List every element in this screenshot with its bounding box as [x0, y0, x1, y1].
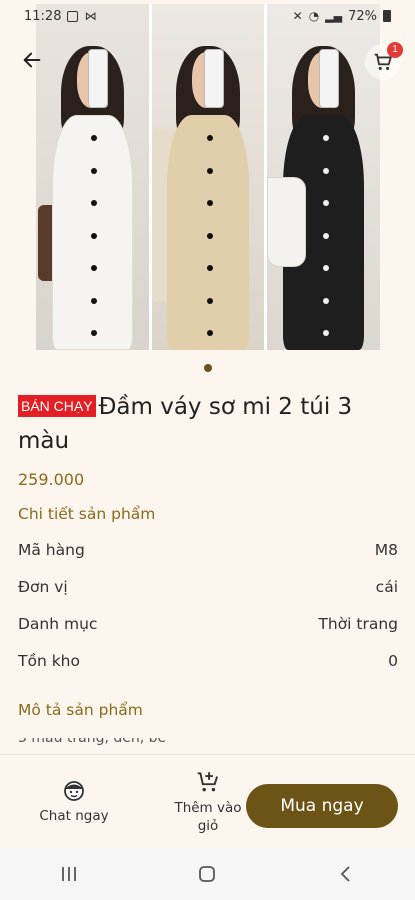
- add-to-cart-label: Thêm vào giỏ: [174, 799, 242, 834]
- detail-label: Đơn vị: [18, 578, 68, 596]
- page-dot-active: [203, 364, 212, 372]
- product-image-gallery[interactable]: [0, 0, 415, 356]
- product-title: BÁN CHẠY Đầm váy sơ mi 2 túi 3 màu: [18, 390, 398, 458]
- cart-count-badge: 1: [387, 42, 403, 58]
- description-section-title: Mô tả sản phẩm: [18, 701, 143, 719]
- status-bar: 11:28 ⋈ ✕ ◔ ▂▄ 72%: [0, 0, 415, 32]
- chat-face-icon: [64, 780, 84, 801]
- signal-icon: ▂▄: [325, 9, 343, 23]
- battery-icon: [383, 10, 391, 22]
- recent-apps-icon: [62, 867, 77, 881]
- home-icon: [199, 866, 216, 882]
- photo-white-dress: [36, 4, 149, 350]
- back-button[interactable]: [18, 46, 46, 74]
- cart-plus-icon: [197, 771, 219, 791]
- detail-row-category: Danh mục Thời trang: [18, 615, 398, 633]
- detail-row-stock: Tồn kho 0: [18, 652, 398, 670]
- wifi-icon: ◔: [308, 9, 320, 23]
- product-info: BÁN CHẠY Đầm váy sơ mi 2 túi 3 màu 259.00…: [18, 390, 398, 489]
- chat-now-label: Chat ngay: [39, 807, 109, 824]
- arrow-left-icon: [23, 52, 41, 68]
- bottom-action-bar: Chat ngay Thêm vào giỏ Mua ngay: [0, 754, 415, 848]
- buy-now-label: Mua ngay: [280, 796, 364, 816]
- system-navigation-bar: [0, 848, 415, 900]
- home-button[interactable]: [187, 854, 227, 894]
- detail-value: 0: [388, 652, 398, 670]
- detail-label: Mã hàng: [18, 541, 85, 559]
- detail-row-unit: Đơn vị cái: [18, 578, 398, 596]
- battery-level: 72%: [348, 8, 377, 24]
- buy-now-button[interactable]: Mua ngay: [246, 784, 398, 828]
- photo-black-dress: [267, 4, 381, 350]
- product-price: 259.000: [18, 470, 85, 489]
- description-text: 3 màu trắng, đen, be: [18, 738, 238, 752]
- chat-now-button[interactable]: Chat ngay: [0, 779, 148, 825]
- recent-apps-button[interactable]: [49, 854, 89, 894]
- system-back-button[interactable]: [326, 854, 366, 894]
- detail-value: Thời trang: [318, 615, 398, 633]
- product-image[interactable]: [36, 4, 381, 350]
- chevron-left-icon: [340, 866, 350, 882]
- details-section-title: Chi tiết sản phẩm: [18, 505, 156, 523]
- gallery-page-indicator: [0, 364, 415, 372]
- detail-label: Tồn kho: [18, 652, 80, 670]
- status-time: 11:28: [24, 8, 62, 24]
- photo-beige-dress: [151, 4, 265, 350]
- detail-row-sku: Mã hàng M8: [18, 541, 398, 559]
- detail-label: Danh mục: [18, 615, 98, 633]
- best-seller-badge: BÁN CHẠY: [18, 395, 96, 417]
- link-notification-icon: ⋈: [84, 9, 97, 23]
- detail-value: cái: [375, 578, 398, 596]
- mute-icon: ✕: [292, 9, 303, 23]
- detail-value: M8: [374, 541, 398, 559]
- description-text-content: 3 màu trắng, đen, be: [18, 738, 167, 746]
- cart-button[interactable]: 1: [365, 42, 403, 80]
- image-notification-icon: [67, 10, 79, 22]
